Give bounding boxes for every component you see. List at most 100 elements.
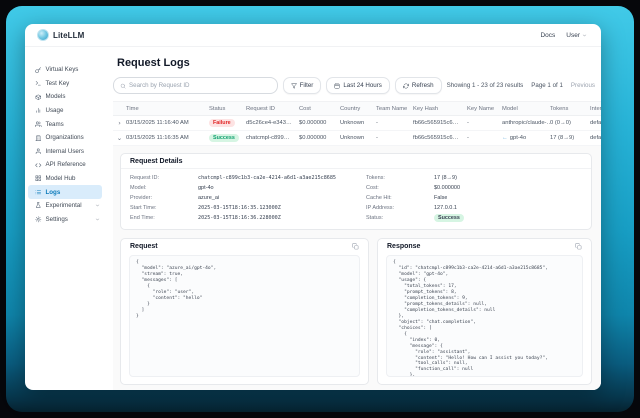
detail-value: 127.0.0.1 (434, 205, 457, 211)
cell-time: 03/15/2025 11:16:40 AM (126, 120, 209, 126)
table-header: Time Status Request ID Cost Country Team… (113, 101, 601, 116)
row-expander[interactable]: › (113, 119, 126, 127)
sidebar-item[interactable]: Internal Users (25, 145, 105, 159)
detail-value: azure_ai (198, 195, 219, 201)
column-status: Status (209, 106, 246, 112)
sidebar-item[interactable]: Teams (25, 117, 105, 131)
response-panel-title: Response (387, 243, 420, 250)
detail-value: Success (434, 214, 464, 222)
request-details-title: Request Details (130, 158, 183, 165)
sidebar-item[interactable]: Model Hub (25, 172, 105, 186)
sidebar-item-label: API Reference (46, 161, 101, 168)
cell-key-hash: fb66c565915c6… (413, 135, 467, 141)
flask-icon (35, 202, 42, 209)
sidebar-item-label: Experimental (46, 202, 92, 209)
column-time: Time (126, 106, 209, 112)
list-icon (35, 189, 42, 196)
status-badge: Success (209, 134, 239, 142)
sidebar-item[interactable]: Models (25, 90, 105, 104)
cell-request-id: d5c26ce4-e343… (246, 120, 299, 126)
detail-field: Start Time: 2025-03-15T18:16:35.123000Z (130, 203, 346, 213)
detail-field: Model: gpt-4o (130, 183, 346, 193)
column-team-name: Team Name (376, 106, 413, 112)
copy-icon[interactable] (352, 243, 359, 250)
funnel-icon (291, 83, 297, 89)
sidebar-item-label: Settings (46, 216, 92, 223)
sidebar-item-label: Models (46, 93, 101, 100)
litellm-logo-icon (37, 29, 49, 41)
cell-team-name: - (376, 120, 413, 126)
filter-button[interactable]: Filter (283, 77, 322, 94)
detail-label: Model: (130, 185, 198, 191)
cell-key-name: - (467, 120, 502, 126)
detail-field: End Time: 2025-03-15T18:16:36.228000Z (130, 213, 346, 223)
response-json: { "id": "chatcmpl-c899c1b3-ca2e-4214-a6d… (393, 260, 576, 377)
user-menu-label: User (566, 32, 580, 39)
cell-cost: $0.000000 (299, 120, 340, 126)
expanded-log-detail: Request Details Request ID: chatcmpl-c89… (113, 146, 601, 390)
sidebar-item[interactable]: API Reference (25, 158, 105, 172)
detail-label: End Time: (130, 215, 198, 221)
column-model: Model (502, 106, 550, 112)
sidebar-item[interactable]: Settings (25, 213, 105, 227)
detail-value: 2025-03-15T18:16:35.123000Z (198, 205, 281, 211)
detail-value: 17 (8→9) (434, 175, 457, 181)
chevron-down-icon (95, 203, 100, 208)
column-key-hash: Key Hash (413, 106, 467, 112)
previous-page-button[interactable]: Previous (571, 82, 595, 89)
gear-icon (35, 216, 42, 223)
detail-label: Request ID: (130, 175, 198, 181)
cell-key-hash: fb66c565915c6… (413, 120, 467, 126)
search-box[interactable] (113, 77, 278, 94)
main-content: Request Logs Filter Last 24 Hours Refres… (105, 47, 601, 390)
cell-model: anthropic/claude-… (502, 120, 550, 126)
column-request-id: Request ID (246, 106, 299, 112)
sidebar-item[interactable]: Usage (25, 104, 105, 118)
detail-value: 2025-03-15T18:16:36.228000Z (198, 215, 281, 221)
sidebar-item-label: Model Hub (46, 175, 101, 182)
cell-request-id: chatcmpl-c899… (246, 135, 299, 141)
cell-status: Success (209, 134, 246, 142)
cube-icon (35, 94, 42, 101)
detail-value: $0.000000 (434, 185, 460, 191)
sidebar-item[interactable]: Experimental (25, 199, 105, 213)
code-icon (35, 162, 42, 169)
sidebar-item[interactable]: Test Key (25, 77, 105, 91)
table-row[interactable]: › 03/15/2025 11:16:40 AM Failure d5c26ce… (113, 116, 601, 131)
cell-model: ←gpt-4o (502, 135, 550, 141)
time-range-button[interactable]: Last 24 Hours (326, 77, 390, 94)
detail-field: Request ID: chatcmpl-c899c1b3-ca2e-4214-… (130, 173, 346, 183)
cell-cost: $0.000000 (299, 135, 340, 141)
cell-key-name: - (467, 135, 502, 141)
bar-chart-icon (35, 107, 42, 114)
refresh-icon (403, 83, 409, 89)
chevron-down-icon (95, 217, 100, 222)
chevron-down-icon (582, 33, 587, 38)
key-icon (35, 67, 42, 74)
docs-link[interactable]: Docs (540, 32, 555, 39)
cell-internal-user: default_user_id (590, 135, 601, 141)
user-menu[interactable]: User (566, 32, 587, 39)
sidebar-item[interactable]: Organizations (25, 131, 105, 145)
copy-icon[interactable] (575, 243, 582, 250)
table-row[interactable]: ⌄ 03/15/2025 11:16:35 AM Success chatcmp… (113, 131, 601, 146)
search-input[interactable] (129, 82, 271, 89)
sidebar-item[interactable]: Logs (28, 185, 102, 199)
brand: LiteLLM (37, 29, 84, 41)
user-icon (35, 148, 42, 155)
detail-label: Start Time: (130, 205, 198, 211)
request-code-block[interactable]: { "model": "azure_ai/gpt-4o", "stream": … (129, 255, 360, 377)
terminal-icon (35, 80, 42, 87)
app-header: LiteLLM Docs User (25, 24, 601, 47)
sidebar-item-label: Test Key (46, 80, 101, 87)
row-expander[interactable]: ⌄ (113, 134, 126, 142)
toolbar: Filter Last 24 Hours Refresh Showing 1 -… (113, 77, 601, 94)
sidebar-item[interactable]: Virtual Keys (25, 63, 105, 77)
column-cost: Cost (299, 106, 340, 112)
response-code-block[interactable]: { "id": "chatcmpl-c899c1b3-ca2e-4214-a6d… (386, 255, 583, 377)
refresh-button[interactable]: Refresh (395, 77, 442, 94)
sidebar-item-label: Usage (46, 107, 101, 114)
page-info: Page 1 of 1 (531, 82, 563, 89)
detail-field: Provider: azure_ai (130, 193, 346, 203)
column-country: Country (340, 106, 376, 112)
